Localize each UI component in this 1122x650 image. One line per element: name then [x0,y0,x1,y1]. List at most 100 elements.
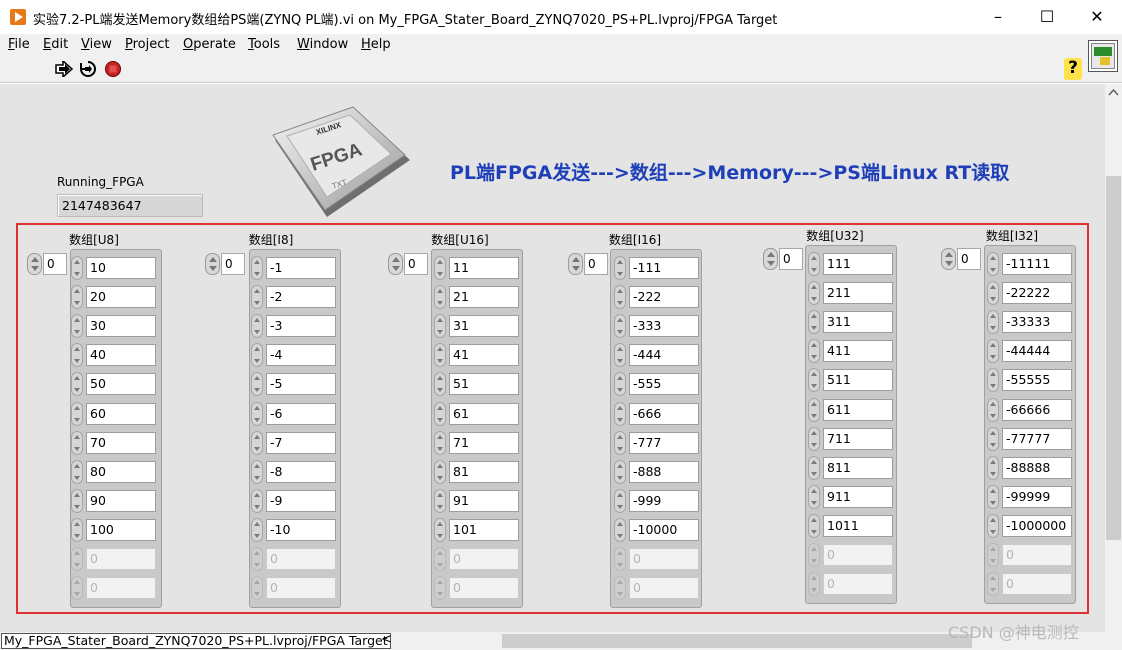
array-index-input[interactable]: 0 [957,248,981,270]
element-spinner[interactable] [434,488,446,513]
array-element: -11111 [1002,253,1072,275]
array-index-input[interactable]: 0 [43,253,67,275]
element-spinner[interactable] [251,401,263,426]
element-spinner[interactable] [614,314,626,339]
array-element-disabled: 0 [823,544,893,566]
element-spinner[interactable] [71,314,83,339]
element-spinner[interactable] [987,368,999,393]
element-spinner[interactable] [614,401,626,426]
array-index-input[interactable]: 0 [584,253,608,275]
element-spinner[interactable] [434,256,446,280]
array-index-input[interactable]: 0 [221,253,245,275]
element-spinner[interactable] [251,372,263,397]
horizontal-scroll-thumb[interactable] [502,634,972,648]
element-spinner[interactable] [614,430,626,455]
run-arrow-icon[interactable] [55,61,73,77]
close-button[interactable]: ✕ [1074,0,1120,34]
menu-project[interactable]: Project [125,37,170,52]
element-spinner[interactable] [251,459,263,484]
vertical-scroll-thumb[interactable] [1106,176,1121,540]
array-index-spinner[interactable] [568,253,583,275]
element-spinner[interactable] [614,517,626,542]
element-spinner[interactable] [808,339,820,364]
array-element: 100 [86,518,156,541]
element-spinner[interactable] [987,513,999,538]
element-spinner[interactable] [71,372,83,397]
element-spinner[interactable] [434,517,446,542]
element-spinner-disabled [987,572,999,597]
element-spinner[interactable] [987,397,999,422]
target-indicator[interactable]: My_FPGA_Stater_Board_ZYNQ7020_PS+PL.lvpr… [1,633,391,649]
element-spinner[interactable] [808,281,820,306]
element-spinner[interactable] [614,488,626,513]
element-spinner[interactable] [987,252,999,276]
element-spinner[interactable] [251,488,263,513]
element-spinner[interactable] [434,343,446,368]
element-spinner[interactable] [434,401,446,426]
vi-connector-icon[interactable] [1088,40,1118,72]
element-spinner[interactable] [808,426,820,451]
element-spinner[interactable] [987,281,999,306]
menu-operate[interactable]: Operate [183,37,236,52]
element-spinner[interactable] [71,401,83,426]
element-spinner[interactable] [251,430,263,455]
element-spinner[interactable] [434,459,446,484]
element-spinner[interactable] [434,430,446,455]
array-index-spinner[interactable] [27,253,42,275]
context-help-button[interactable]: ? [1064,58,1082,80]
element-spinner[interactable] [434,314,446,339]
element-spinner[interactable] [434,285,446,310]
element-spinner[interactable] [808,455,820,480]
scroll-left-icon[interactable]: < [381,632,392,647]
element-spinner[interactable] [71,256,83,280]
element-spinner[interactable] [71,459,83,484]
element-spinner[interactable] [71,488,83,513]
element-spinner[interactable] [71,430,83,455]
menu-file[interactable]: File [8,37,30,52]
element-spinner[interactable] [434,372,446,397]
minimize-button[interactable]: – [975,0,1021,34]
element-spinner[interactable] [614,459,626,484]
maximize-button[interactable]: ☐ [1024,0,1070,34]
element-spinner[interactable] [808,513,820,538]
element-spinner[interactable] [808,368,820,393]
arrays-highlight-frame [16,223,1089,614]
element-spinner[interactable] [614,285,626,310]
element-spinner[interactable] [987,339,999,364]
element-spinner[interactable] [71,343,83,368]
scroll-up-icon[interactable] [1108,88,1119,96]
array-element: -77777 [1002,427,1072,450]
array-index-spinner[interactable] [763,248,778,270]
element-spinner[interactable] [614,372,626,397]
element-spinner[interactable] [71,285,83,310]
element-spinner[interactable] [251,517,263,542]
array-index-spinner[interactable] [205,253,220,275]
abort-stop-icon[interactable] [105,61,121,77]
menu-view[interactable]: View [81,37,112,52]
array-index-input[interactable]: 0 [404,253,428,275]
element-spinner[interactable] [251,343,263,368]
element-spinner[interactable] [251,256,263,280]
menu-window[interactable]: Window [297,37,348,52]
array-index-input[interactable]: 0 [779,248,803,270]
element-spinner[interactable] [808,310,820,335]
array-index-spinner[interactable] [388,253,403,275]
element-spinner[interactable] [808,252,820,276]
element-spinner[interactable] [987,455,999,480]
element-spinner-disabled [614,547,626,571]
element-spinner[interactable] [251,285,263,310]
array-index-spinner[interactable] [941,248,956,270]
element-spinner[interactable] [808,397,820,422]
menu-edit[interactable]: Edit [43,37,68,52]
element-spinner[interactable] [614,343,626,368]
run-continuously-icon[interactable] [79,60,97,78]
element-spinner[interactable] [987,310,999,335]
element-spinner[interactable] [614,256,626,280]
element-spinner[interactable] [71,517,83,542]
element-spinner[interactable] [987,484,999,509]
element-spinner[interactable] [808,484,820,509]
menu-tools[interactable]: Tools [248,37,280,52]
element-spinner[interactable] [987,426,999,451]
element-spinner[interactable] [251,314,263,339]
menu-help[interactable]: Help [361,37,391,52]
